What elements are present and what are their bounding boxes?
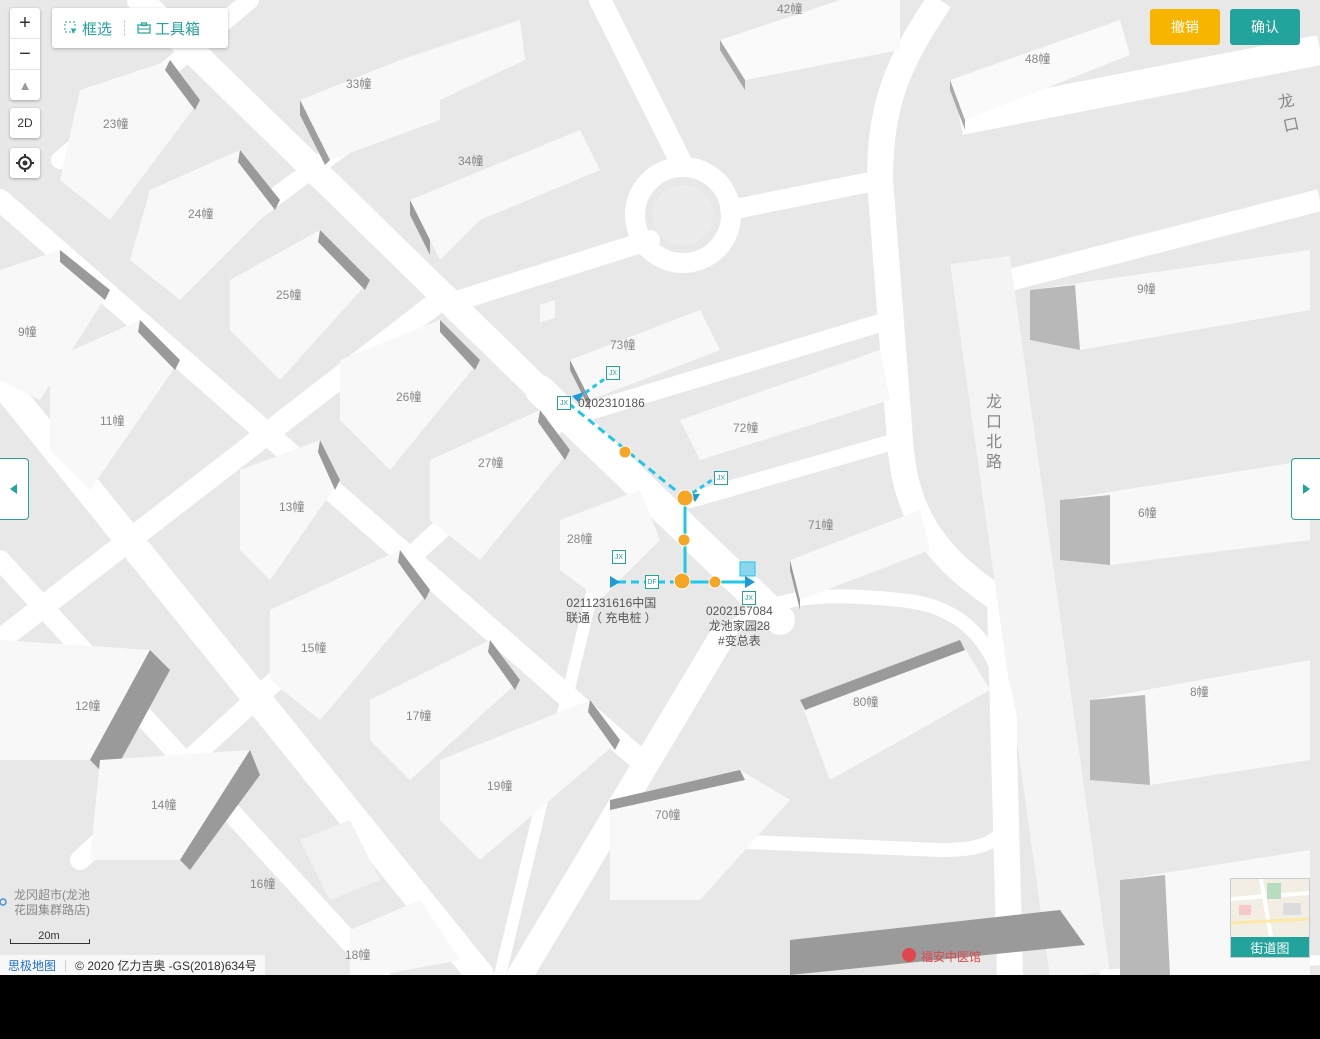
device-label-3-line2: 龙池家园28: [708, 619, 771, 633]
locate-control: [10, 148, 40, 178]
building-label: 23幢: [103, 117, 129, 131]
zoom-out-button[interactable]: −: [10, 38, 40, 69]
building-label: 17幢: [406, 709, 432, 723]
left-panel-toggle[interactable]: [0, 458, 29, 520]
device-label-3-line1: 0202157084: [706, 604, 773, 618]
map-toolbar: 框选 工具箱: [52, 8, 228, 48]
building-label: 28幢: [567, 532, 593, 546]
junction-box-icon[interactable]: JX: [557, 396, 571, 410]
device-label-3[interactable]: 0202157084 龙池家园28 #变总表: [706, 604, 773, 649]
map-attribution: 思极地图 | © 2020 亿力吉奥 -GS(2018)634号: [0, 955, 265, 975]
building-label: 42幢: [777, 2, 803, 16]
chevron-left-icon: [10, 484, 17, 494]
building-label: 27幢: [478, 456, 504, 470]
chevron-right-icon: [1303, 484, 1310, 494]
building-label: 80幢: [853, 695, 879, 709]
building-label: 15幢: [301, 641, 327, 655]
building-label: 24幢: [188, 207, 214, 221]
zoom-control: + − ▲: [10, 8, 40, 100]
right-panel-toggle[interactable]: [1291, 458, 1320, 520]
map-base: [0, 0, 1320, 975]
street-map-thumbnail: [1231, 879, 1309, 937]
device-label-2-line1: 0211231616中国: [566, 596, 657, 610]
building-label: 72幢: [733, 421, 759, 435]
scale-line: [10, 939, 90, 944]
toolbox-button[interactable]: 工具箱: [125, 18, 212, 39]
road-label-longkou-north: 龙口北路: [986, 394, 1003, 471]
box-select-icon: [64, 21, 77, 34]
box-select-button[interactable]: 框选: [52, 18, 124, 39]
building-label: 9幢: [1137, 282, 1156, 296]
junction-box-icon[interactable]: JX: [606, 366, 620, 380]
building-label: 14幢: [151, 798, 177, 812]
building-label: 26幢: [396, 390, 422, 404]
poi-market-line2: 花园集群路店): [14, 903, 90, 917]
locate-icon: [16, 154, 34, 172]
copyright-text: © 2020 亿力吉奥 -GS(2018)634号: [75, 958, 257, 973]
building-label: 34幢: [458, 154, 484, 168]
street-map-label: 街道图: [1231, 937, 1309, 957]
map-canvas[interactable]: 42幢 48幢 33幢 23幢 34幢 24幢 25幢 9幢 73幢 9幢 26…: [0, 0, 1320, 975]
confirm-button[interactable]: 确认: [1230, 9, 1300, 45]
zoom-in-button[interactable]: +: [10, 8, 40, 38]
toolbox-label: 工具箱: [155, 20, 201, 38]
building-label: 16幢: [250, 877, 276, 891]
brand-link[interactable]: 思极地图: [0, 957, 64, 974]
street-map-toggle[interactable]: 街道图: [1230, 878, 1310, 958]
building-label: 9幢: [18, 325, 37, 339]
junction-box-icon[interactable]: JX: [742, 591, 756, 605]
building-label: 71幢: [808, 518, 834, 532]
building-label: 18幢: [345, 948, 371, 962]
junction-box-icon[interactable]: JX: [714, 471, 728, 485]
building-label: 48幢: [1025, 52, 1051, 66]
building-label: 33幢: [346, 77, 372, 91]
device-label-2-line2: 联通（ 充电桩 ）: [566, 611, 657, 625]
building-label: 8幢: [1190, 685, 1209, 699]
building-label: 12幢: [75, 699, 101, 713]
undo-button[interactable]: 撤销: [1150, 9, 1220, 45]
distribution-box-icon[interactable]: DF: [645, 575, 659, 589]
locate-button[interactable]: [10, 148, 40, 178]
building-label: 6幢: [1138, 506, 1157, 520]
device-label-3-line3: #变总表: [718, 634, 761, 648]
building-label: 11幢: [100, 414, 125, 428]
device-label-1[interactable]: 0202310186: [578, 396, 645, 411]
building-label: 25幢: [276, 288, 302, 302]
poi-market[interactable]: 龙冈超市(龙池 花园集群路店): [14, 888, 90, 918]
scale-bar: 20m: [10, 930, 90, 944]
building-label: 19幢: [487, 779, 513, 793]
poi-hospital[interactable]: 福安中医馆: [921, 950, 981, 965]
device-label-2[interactable]: 0211231616中国 联通（ 充电桩 ）: [566, 596, 657, 626]
building-label: 13幢: [279, 500, 305, 514]
view-mode-control: 2D: [10, 108, 40, 138]
building-label: 70幢: [655, 808, 681, 822]
compass-icon[interactable]: ▲: [10, 69, 40, 100]
poi-market-line1: 龙冈超市(龙池: [14, 888, 90, 902]
junction-box-icon[interactable]: JX: [612, 550, 626, 564]
building-label: 73幢: [610, 338, 636, 352]
toolbox-icon: [137, 22, 151, 34]
box-select-label: 框选: [82, 20, 113, 38]
mode-2d-button[interactable]: 2D: [10, 108, 40, 138]
